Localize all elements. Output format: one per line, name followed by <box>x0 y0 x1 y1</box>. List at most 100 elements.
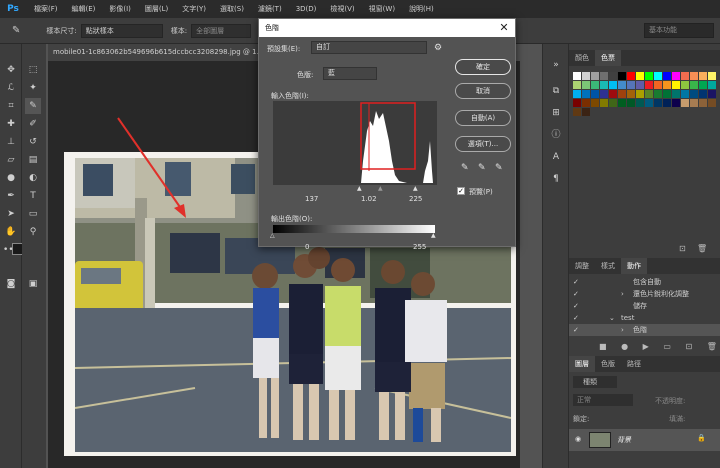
paragraph-panel-icon[interactable]: ¶ <box>549 172 563 186</box>
blur-tool-icon[interactable]: ● <box>3 170 19 186</box>
quick-mask-icon[interactable]: ◙ <box>3 276 19 292</box>
color-swatch[interactable] <box>654 72 662 80</box>
color-swatch[interactable] <box>663 90 671 98</box>
input-white-value[interactable]: 225 <box>409 195 422 203</box>
preset-select[interactable]: 自訂 <box>311 41 427 54</box>
eraser-tool-icon[interactable]: ▱ <box>3 152 19 168</box>
color-swatch[interactable] <box>618 90 626 98</box>
action-row[interactable]: ✓ › 色階 <box>569 324 720 336</box>
tab-paths[interactable]: 路徑 <box>621 356 647 372</box>
output-black-slider-icon[interactable]: △ <box>270 232 275 239</box>
color-swatch[interactable] <box>645 81 653 89</box>
color-swatch[interactable] <box>618 72 626 80</box>
menu-filter[interactable]: 濾鏡(T) <box>251 4 289 14</box>
menu-3d[interactable]: 3D(D) <box>289 5 324 13</box>
color-swatch[interactable] <box>627 90 635 98</box>
input-black-value[interactable]: 137 <box>305 195 318 203</box>
output-black-value[interactable]: 0 <box>305 243 309 251</box>
color-swatch[interactable] <box>636 90 644 98</box>
color-swatch[interactable] <box>672 99 680 107</box>
tab-swatches[interactable]: 色票 <box>595 50 621 66</box>
screen-mode-icon[interactable]: ▣ <box>25 276 41 292</box>
menu-view[interactable]: 檢視(V) <box>323 4 361 14</box>
sample-select[interactable]: 全部圖層 <box>191 23 252 38</box>
ok-button[interactable]: 確定 <box>455 59 511 75</box>
color-swatch[interactable] <box>600 81 608 89</box>
tab-color[interactable]: 顏色 <box>569 50 595 66</box>
stop-icon[interactable]: ■ <box>599 342 607 351</box>
trash-icon[interactable]: 🗑 <box>707 342 717 351</box>
color-swatch[interactable] <box>645 72 653 80</box>
sample-size-select[interactable]: 點狀樣本 <box>80 23 163 38</box>
color-swatch[interactable] <box>600 99 608 107</box>
eye-icon[interactable]: ◉ <box>575 435 581 443</box>
color-swatch[interactable] <box>582 90 590 98</box>
color-swatch[interactable] <box>690 99 698 107</box>
color-swatch[interactable] <box>618 99 626 107</box>
menu-layer[interactable]: 圖層(L) <box>138 4 175 14</box>
input-gamma-value[interactable]: 1.02 <box>361 195 377 203</box>
preset-options-gear-icon[interactable]: ⚙ <box>434 43 442 53</box>
blend-mode-select[interactable]: 正常 <box>573 394 633 406</box>
color-swatch[interactable] <box>699 90 707 98</box>
output-white-value[interactable]: 255 <box>413 243 426 251</box>
cancel-button[interactable]: 取消 <box>455 83 511 99</box>
options-button[interactable]: 選項(T)... <box>455 136 511 152</box>
color-swatch[interactable] <box>591 90 599 98</box>
swatch-grid[interactable] <box>573 72 717 212</box>
color-swatch[interactable] <box>582 72 590 80</box>
auto-button[interactable]: 自動(A) <box>455 110 511 126</box>
color-swatch[interactable] <box>627 72 635 80</box>
output-white-slider-icon[interactable]: ▲ <box>431 232 436 239</box>
type-tool-icon[interactable]: T <box>25 188 41 204</box>
color-swatch[interactable] <box>672 90 680 98</box>
color-swatch[interactable] <box>636 72 644 80</box>
new-swatch-icon[interactable]: ⊡ <box>679 244 686 253</box>
color-swatch[interactable] <box>627 81 635 89</box>
action-row[interactable]: ✓ ⌄ test <box>569 312 720 324</box>
gray-eyedropper-icon[interactable]: ✎ <box>478 163 486 173</box>
history-panel-icon[interactable]: ⧉ <box>549 84 563 98</box>
menu-select[interactable]: 選取(S) <box>213 4 251 14</box>
dodge-tool-icon[interactable]: ◐ <box>25 170 41 186</box>
input-white-slider-icon[interactable]: ▲ <box>413 185 418 192</box>
color-swatch[interactable] <box>573 108 581 116</box>
menu-help[interactable]: 說明(H) <box>402 4 441 14</box>
eyedropper-tool-icon[interactable]: ✎ <box>12 25 20 36</box>
color-swatch[interactable] <box>636 81 644 89</box>
color-swatch[interactable] <box>582 81 590 89</box>
color-swatch[interactable] <box>573 72 581 80</box>
menu-edit[interactable]: 編輯(E) <box>65 4 103 14</box>
menu-file[interactable]: 檔案(F) <box>27 4 65 14</box>
zoom-tool-icon[interactable]: ⚲ <box>25 224 41 240</box>
menu-type[interactable]: 文字(Y) <box>175 4 213 14</box>
info-panel-icon[interactable]: ⓘ <box>549 128 563 142</box>
color-swatch[interactable] <box>600 72 608 80</box>
layer-row-background[interactable]: ◉ 背景 🔒 <box>569 429 720 451</box>
color-swatch[interactable] <box>582 108 590 116</box>
color-swatch[interactable] <box>591 99 599 107</box>
color-swatch[interactable] <box>654 90 662 98</box>
menu-window[interactable]: 視窗(W) <box>362 4 402 14</box>
tab-styles[interactable]: 樣式 <box>595 258 621 274</box>
color-swatch[interactable] <box>609 72 617 80</box>
tab-channels[interactable]: 色版 <box>595 356 621 372</box>
color-swatch[interactable] <box>627 99 635 107</box>
color-swatch[interactable] <box>636 99 644 107</box>
path-select-tool-icon[interactable]: ➤ <box>3 206 19 222</box>
color-swatch[interactable] <box>600 90 608 98</box>
color-swatch[interactable] <box>609 90 617 98</box>
properties-panel-icon[interactable]: ⊞ <box>549 106 563 120</box>
color-swatch[interactable] <box>690 72 698 80</box>
lasso-tool-icon[interactable]: ℒ <box>3 80 19 96</box>
input-gamma-slider-icon[interactable]: ▲ <box>378 185 383 192</box>
menu-image[interactable]: 影像(I) <box>102 4 138 14</box>
play-icon[interactable]: ▶ <box>643 342 649 351</box>
color-swatch[interactable] <box>663 99 671 107</box>
close-icon[interactable]: ✕ <box>497 21 511 35</box>
document-tab[interactable]: mobile01-1c863062b549696b615dccbcc320829… <box>48 44 258 61</box>
quick-select-tool-icon[interactable]: ✦ <box>25 80 41 96</box>
delete-swatch-icon[interactable]: 🗑 <box>697 244 707 253</box>
color-swatch[interactable] <box>708 72 716 80</box>
shape-tool-icon[interactable]: ▭ <box>25 206 41 222</box>
